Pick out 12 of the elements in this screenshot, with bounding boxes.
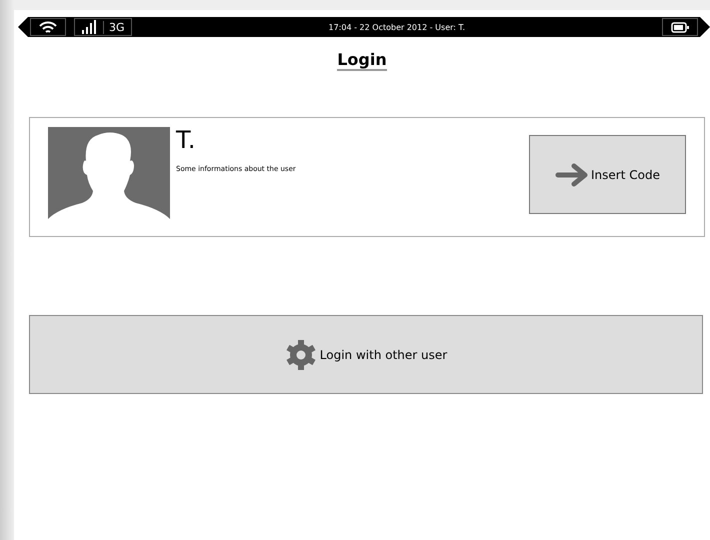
insert-code-button[interactable]: Insert Code xyxy=(529,135,686,214)
avatar-icon xyxy=(48,127,170,228)
wifi-icon xyxy=(39,20,57,34)
page-title: Login xyxy=(337,51,387,71)
arrow-icon xyxy=(555,162,590,186)
status-text: 17:04 - 22 October 2012 - User: T. xyxy=(328,22,466,32)
signal-icon xyxy=(81,20,97,34)
battery-icon xyxy=(671,22,689,32)
login-other-user-button[interactable]: Login with other user xyxy=(29,315,703,394)
user-name: T. xyxy=(176,127,196,153)
network-label: 3G xyxy=(103,20,125,34)
gear-icon xyxy=(284,338,317,370)
